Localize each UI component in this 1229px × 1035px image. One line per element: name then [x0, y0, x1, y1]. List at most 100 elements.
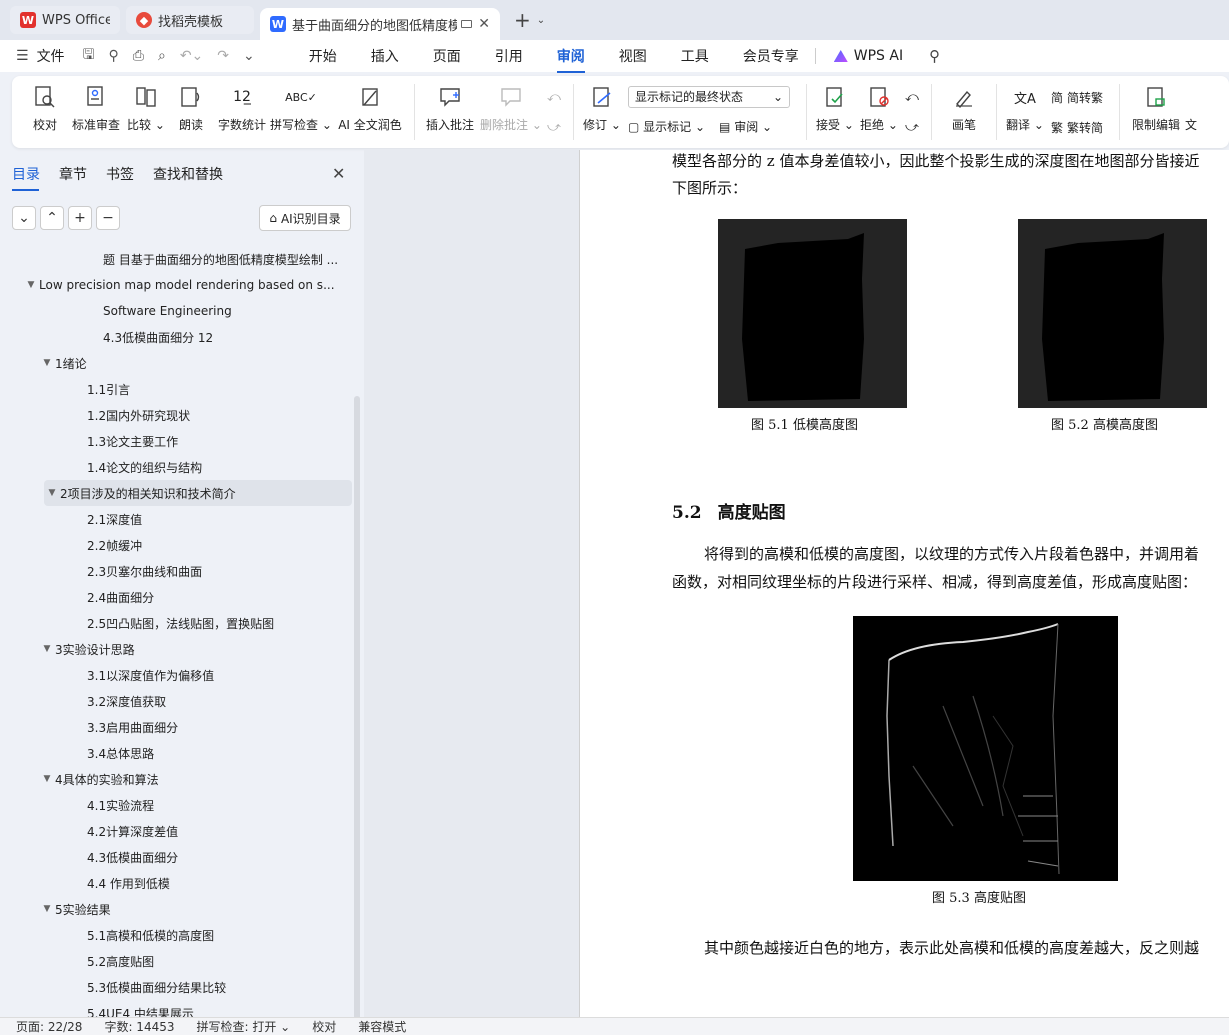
accept-button[interactable]: 接受 ⌄: [813, 76, 857, 148]
pen-button[interactable]: 画笔: [938, 76, 990, 148]
menu-wps-ai[interactable]: WPS AI: [833, 48, 903, 64]
close-tab-icon[interactable]: ✕: [478, 16, 490, 32]
close-pane-icon[interactable]: ✕: [332, 164, 345, 183]
markup-state-dropdown[interactable]: 显示标记的最终状态 ⌄: [628, 85, 790, 108]
collapse-up-icon[interactable]: ⌃: [40, 206, 64, 230]
translate-button[interactable]: 文A 翻译 ⌄: [1003, 76, 1047, 148]
track-changes-button[interactable]: 修订 ⌄: [580, 76, 624, 148]
tab-chapters[interactable]: 章节: [59, 164, 87, 184]
standard-review-button[interactable]: 标准审查: [68, 76, 124, 148]
previous-comment-icon[interactable]: ⤺: [547, 90, 563, 105]
page-indicator[interactable]: 页面: 22/28: [16, 1018, 82, 1035]
toc-item[interactable]: 1.2国内外研究现状: [0, 402, 352, 428]
toc-item[interactable]: 2.1深度值: [0, 506, 352, 532]
show-markup-button[interactable]: ▢ 显示标记 ⌄: [628, 118, 705, 135]
tab-bookmarks[interactable]: 书签: [106, 164, 134, 184]
toc-item[interactable]: 5.1高模和低模的高度图: [0, 922, 352, 948]
proof-button[interactable]: 校对: [22, 76, 68, 148]
print-icon[interactable]: ⎙: [133, 48, 144, 64]
next-change-icon[interactable]: ⤻: [905, 120, 921, 135]
toc-item[interactable]: 1.4论文的组织与结构: [0, 454, 352, 480]
search-icon[interactable]: ⚲: [929, 47, 940, 65]
tab-list-chevron-icon[interactable]: ⌄: [537, 15, 545, 26]
spell-check-button[interactable]: ABC✓ 拼写检查 ⌄: [270, 76, 332, 148]
menu-reference[interactable]: 引用: [495, 46, 523, 66]
expand-arrow-icon[interactable]: ▼: [39, 774, 55, 784]
ai-toc-button[interactable]: ⌂ AI识别目录: [259, 205, 351, 231]
toc-item[interactable]: 2.5凹凸贴图，法线贴图，置换贴图: [0, 610, 352, 636]
toc-item[interactable]: 4.2计算深度差值: [0, 818, 352, 844]
next-comment-icon[interactable]: ⤻: [547, 120, 563, 135]
tab-find-replace[interactable]: 查找和替换: [153, 164, 223, 184]
print-preview-icon[interactable]: ⌕: [158, 48, 166, 64]
document-page[interactable]: 模型各部分的 z 值本身差值较小，因此整个投影生成的深度图在地图部分皆接近 下图…: [579, 150, 1229, 1017]
word-count-button[interactable]: 12̲ 字数统计: [214, 76, 270, 148]
toc-scrollbar[interactable]: [354, 396, 360, 1026]
menu-start[interactable]: 开始: [309, 46, 337, 66]
toc-item[interactable]: 5.2高度贴图: [0, 948, 352, 974]
proof-status[interactable]: 校对: [312, 1018, 336, 1035]
delete-comment-button[interactable]: 删除批注 ⌄: [479, 76, 543, 148]
expand-arrow-icon[interactable]: ▼: [39, 358, 55, 368]
compare-button[interactable]: 比较 ⌄: [124, 76, 168, 148]
spell-check-status[interactable]: 拼写检查: 打开 ⌄: [197, 1018, 291, 1035]
expand-arrow-icon[interactable]: ▼: [39, 644, 55, 654]
review-pane-button[interactable]: ▤ 审阅 ⌄: [719, 118, 772, 135]
toc-item[interactable]: 3.1以深度值作为偏移值: [0, 662, 352, 688]
toc-item[interactable]: ▼ 1绪论: [0, 350, 352, 376]
toc-item[interactable]: ▼ Low precision map model rendering based…: [0, 272, 352, 298]
insert-comment-button[interactable]: 插入批注: [421, 76, 479, 148]
restrict-editing-button[interactable]: 限制编辑: [1126, 76, 1186, 148]
menu-review[interactable]: 审阅: [556, 46, 585, 73]
tab-document[interactable]: W 基于曲面细分的地图低精度模 ✕: [260, 8, 500, 40]
tab-docer-templates[interactable]: ◆ 找稻壳模板: [126, 6, 254, 34]
toc-item[interactable]: 4.3低模曲面细分 12: [0, 324, 352, 350]
toc-item[interactable]: 2.4曲面细分: [0, 584, 352, 610]
toc-item[interactable]: 4.4 作用到低模: [0, 870, 352, 896]
toc-item[interactable]: 5.3低模曲面细分结果比较: [0, 974, 352, 1000]
ai-polish-button[interactable]: AI 全文润色: [332, 76, 408, 148]
toc-item[interactable]: 1.3论文主要工作: [0, 428, 352, 454]
menu-page[interactable]: 页面: [433, 46, 461, 66]
expand-arrow-icon[interactable]: ▼: [23, 280, 39, 290]
toc-item[interactable]: ▼ 5实验结果: [0, 896, 352, 922]
toc-item[interactable]: ▼ 4具体的实验和算法: [0, 766, 352, 792]
expand-arrow-icon[interactable]: ▼: [44, 488, 60, 498]
previous-change-icon[interactable]: ⤺: [905, 90, 921, 105]
toc-item[interactable]: 1.1引言: [0, 376, 352, 402]
menu-member[interactable]: 会员专享: [743, 46, 799, 66]
menu-tools[interactable]: 工具: [681, 46, 709, 66]
word-count-indicator[interactable]: 字数: 14453: [104, 1018, 174, 1035]
menu-file[interactable]: 文件: [37, 46, 65, 66]
toc-item[interactable]: 4.1实验流程: [0, 792, 352, 818]
tab-wps-office[interactable]: W WPS Office: [10, 6, 120, 34]
toc-item[interactable]: ▼ 3实验设计思路: [0, 636, 352, 662]
save-icon[interactable]: 🖫: [83, 44, 95, 68]
toc-item[interactable]: Software Engineering: [0, 298, 352, 324]
toc-item[interactable]: 2.3贝塞尔曲线和曲面: [0, 558, 352, 584]
hamburger-icon[interactable]: ☰: [16, 48, 29, 64]
toc-item[interactable]: 4.3低模曲面细分: [0, 844, 352, 870]
undo-icon[interactable]: ↶⌄: [180, 48, 203, 64]
add-icon[interactable]: +: [68, 206, 92, 230]
expand-down-icon[interactable]: ⌄: [12, 206, 36, 230]
read-aloud-button[interactable]: 朗读: [168, 76, 214, 148]
toc-item[interactable]: 3.2深度值获取: [0, 688, 352, 714]
minus-icon[interactable]: −: [96, 206, 120, 230]
toc-item[interactable]: 题 目基于曲面细分的地图低精度模型绘制 ...: [0, 246, 352, 272]
toc-item[interactable]: 2.2帧缓冲: [0, 532, 352, 558]
share-icon[interactable]: ⚲: [109, 48, 119, 64]
new-tab-plus-icon[interactable]: +: [514, 8, 531, 32]
reject-button[interactable]: 拒绝 ⌄: [857, 76, 901, 148]
toc-item[interactable]: 3.4总体思路: [0, 740, 352, 766]
expand-arrow-icon[interactable]: ▼: [39, 904, 55, 914]
more-chevron-icon[interactable]: ⌄: [243, 48, 255, 64]
toc-item[interactable]: ▼ 2项目涉及的相关知识和技术简介: [44, 480, 352, 506]
traditional-to-simplified-button[interactable]: 繁 繁转简: [1051, 115, 1109, 139]
menu-insert[interactable]: 插入: [371, 46, 399, 66]
redo-icon[interactable]: ↷: [217, 48, 229, 64]
document-more-button[interactable]: 文: [1185, 76, 1197, 148]
simplified-to-traditional-button[interactable]: 简 简转繁: [1051, 85, 1109, 109]
toc-item[interactable]: 3.3启用曲面细分: [0, 714, 352, 740]
menu-view[interactable]: 视图: [619, 46, 647, 66]
